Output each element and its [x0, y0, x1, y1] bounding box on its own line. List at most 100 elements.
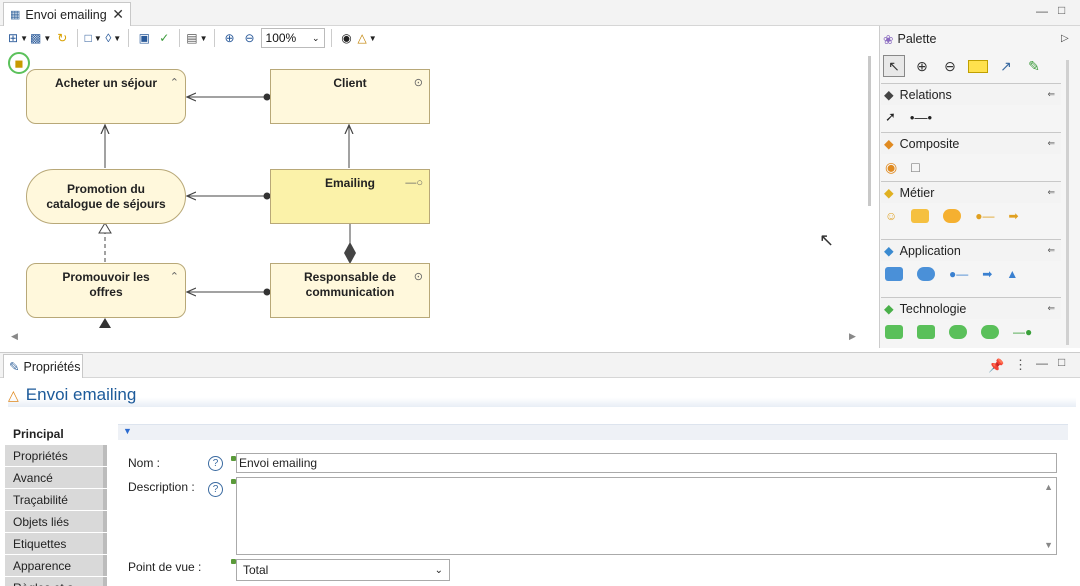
- side-tab-apparence[interactable]: Apparence: [5, 555, 107, 577]
- pin-icon[interactable]: 📌: [988, 358, 1004, 374]
- connection-tool-icon[interactable]: ↗: [995, 55, 1017, 77]
- collapse-icon[interactable]: ⇐: [1047, 138, 1055, 149]
- palette-header: ❀ Palette: [883, 29, 936, 49]
- component-icon[interactable]: [885, 267, 903, 281]
- palette-title: Palette: [897, 32, 937, 46]
- node-icon[interactable]: [885, 325, 903, 339]
- drawer-application[interactable]: ◆ Application ⇐: [881, 239, 1061, 261]
- description-field[interactable]: ▲ ▼: [236, 477, 1057, 555]
- drawer-relations[interactable]: ◆ Relations ⇐: [881, 83, 1061, 105]
- palette-scrollbar[interactable]: [1066, 60, 1069, 345]
- wand-icon[interactable]: ➚: [885, 109, 896, 125]
- name-field[interactable]: Envoi emailing: [236, 453, 1057, 473]
- collapse-palette-icon[interactable]: ▷: [1061, 33, 1069, 44]
- node-label: Client: [333, 76, 367, 90]
- node-label: Emailing: [324, 176, 375, 190]
- chevron-down-icon: ▼: [123, 426, 132, 436]
- drawer-label: Composite: [899, 136, 960, 151]
- help-icon[interactable]: ?: [208, 482, 223, 497]
- properties-tab-bar: [0, 352, 1080, 378]
- select-tool-icon[interactable]: ↖: [883, 55, 905, 77]
- process-icon: ⌃: [169, 77, 179, 89]
- collapse-icon[interactable]: ⇐: [1047, 245, 1055, 256]
- scroll-down-icon[interactable]: ▼: [1044, 540, 1053, 550]
- help-icon[interactable]: ?: [208, 456, 223, 471]
- drawer-label: Relations: [899, 87, 952, 102]
- minimize-icon[interactable]: —: [1036, 5, 1048, 17]
- interface-icon[interactable]: ●—: [975, 209, 994, 223]
- layers-icon: ◆: [884, 244, 894, 258]
- hierarchy-icon: △: [8, 386, 19, 403]
- vertical-scrollbar[interactable]: [868, 56, 871, 206]
- app-interface-icon[interactable]: ●—: [949, 267, 968, 281]
- properties-side-tabs: Principal Propriétés Avancé Traçabilité …: [5, 423, 107, 586]
- magic-connector-icon[interactable]: ✎: [1023, 55, 1045, 77]
- app-event-icon[interactable]: ▲: [1006, 267, 1018, 281]
- maximize-icon[interactable]: □: [1058, 356, 1065, 368]
- device-icon[interactable]: [917, 325, 935, 339]
- side-tab-avance[interactable]: Avancé: [5, 467, 107, 489]
- side-tab-regles[interactable]: Règles et a...: [5, 577, 107, 586]
- layers-icon: ◆: [884, 186, 894, 200]
- properties-tab[interactable]: ✎ Propriétés: [3, 354, 83, 378]
- side-tab-objets-lies[interactable]: Objets liés: [5, 511, 107, 533]
- metier-items: ☺ ●— ➡: [885, 205, 1019, 227]
- note-tool-icon[interactable]: [967, 55, 989, 77]
- node-client[interactable]: Client ⊙: [270, 69, 430, 124]
- side-tab-etiquettes[interactable]: Etiquettes: [5, 533, 107, 555]
- node-promouvoir-offres[interactable]: Promouvoir les offres ⌃: [26, 263, 186, 318]
- junction-icon[interactable]: •—•: [910, 110, 932, 125]
- node-emailing[interactable]: Emailing —○: [270, 169, 430, 224]
- app-process-icon[interactable]: ➡: [982, 267, 992, 281]
- actor-icon[interactable]: ☺: [885, 209, 897, 223]
- view-menu-icon[interactable]: ⋮: [1014, 357, 1027, 373]
- collaboration-icon[interactable]: [943, 209, 962, 223]
- collapse-icon[interactable]: ⇐: [1047, 187, 1055, 198]
- scroll-right-icon[interactable]: ▶: [849, 331, 856, 342]
- properties-tab-label: Propriétés: [23, 359, 81, 374]
- palette-icon: ❀: [883, 32, 894, 47]
- system-software-icon[interactable]: [949, 325, 967, 339]
- zoom-in-tool-icon[interactable]: ⊕: [911, 55, 933, 77]
- maximize-icon[interactable]: □: [1058, 4, 1065, 16]
- palette-tools: ↖ ⊕ ⊖ ↗ ✎: [883, 53, 1045, 79]
- location-icon[interactable]: ◉: [885, 159, 897, 176]
- role-icon: ⊙: [413, 77, 423, 89]
- drawer-technologie[interactable]: ◆ Technologie ⇐: [881, 297, 1061, 319]
- process-icon[interactable]: ➡: [1009, 209, 1019, 223]
- zoom-out-tool-icon[interactable]: ⊖: [939, 55, 961, 77]
- layers-icon: ◆: [884, 88, 894, 102]
- section-header[interactable]: ▼: [118, 424, 1068, 440]
- scroll-up-icon[interactable]: ▲: [1044, 482, 1053, 492]
- drawer-metier[interactable]: ◆ Métier ⇐: [881, 181, 1061, 203]
- composite-items: ◉ □: [885, 156, 920, 178]
- side-tab-tracabilite[interactable]: Traçabilité: [5, 489, 107, 511]
- node-label: Responsable de communication: [303, 270, 397, 299]
- scroll-left-icon[interactable]: ◀: [11, 331, 18, 342]
- relation-arrowhead: [99, 318, 111, 328]
- layers-icon: ◆: [884, 302, 894, 316]
- properties-header: △ Envoi emailing: [8, 383, 1076, 407]
- tech-interface-icon[interactable]: —●: [1013, 325, 1032, 339]
- group-icon[interactable]: □: [911, 159, 919, 175]
- side-tab-proprietes[interactable]: Propriétés: [5, 445, 107, 467]
- node-label: Promotion du catalogue de séjours: [46, 181, 166, 211]
- minimize-icon[interactable]: —: [1036, 357, 1048, 369]
- role-icon[interactable]: [911, 209, 930, 223]
- node-promotion-catalogue[interactable]: Promotion du catalogue de séjours: [26, 169, 186, 224]
- collapse-icon[interactable]: ⇐: [1047, 303, 1055, 314]
- node-label: Promouvoir les offres: [62, 270, 150, 299]
- application-items: ●— ➡ ▲: [885, 263, 1018, 285]
- viewpoint-select[interactable]: Total ⌄: [236, 559, 450, 581]
- app-collaboration-icon[interactable]: [917, 267, 935, 281]
- node-acheter-sejour[interactable]: Acheter un séjour ⌃: [26, 69, 186, 124]
- node-label: Acheter un séjour: [54, 76, 158, 90]
- node-responsable-communication[interactable]: Responsable de communication ⊙: [270, 263, 430, 318]
- viewpoint-label: Point de vue :: [128, 560, 202, 574]
- drawer-composite[interactable]: ◆ Composite ⇐: [881, 132, 1061, 154]
- drawer-label: Métier: [899, 185, 935, 200]
- side-tab-principal[interactable]: Principal: [5, 423, 107, 445]
- interface-icon: —○: [405, 177, 423, 189]
- tech-collaboration-icon[interactable]: [981, 325, 999, 339]
- collapse-icon[interactable]: ⇐: [1047, 89, 1055, 100]
